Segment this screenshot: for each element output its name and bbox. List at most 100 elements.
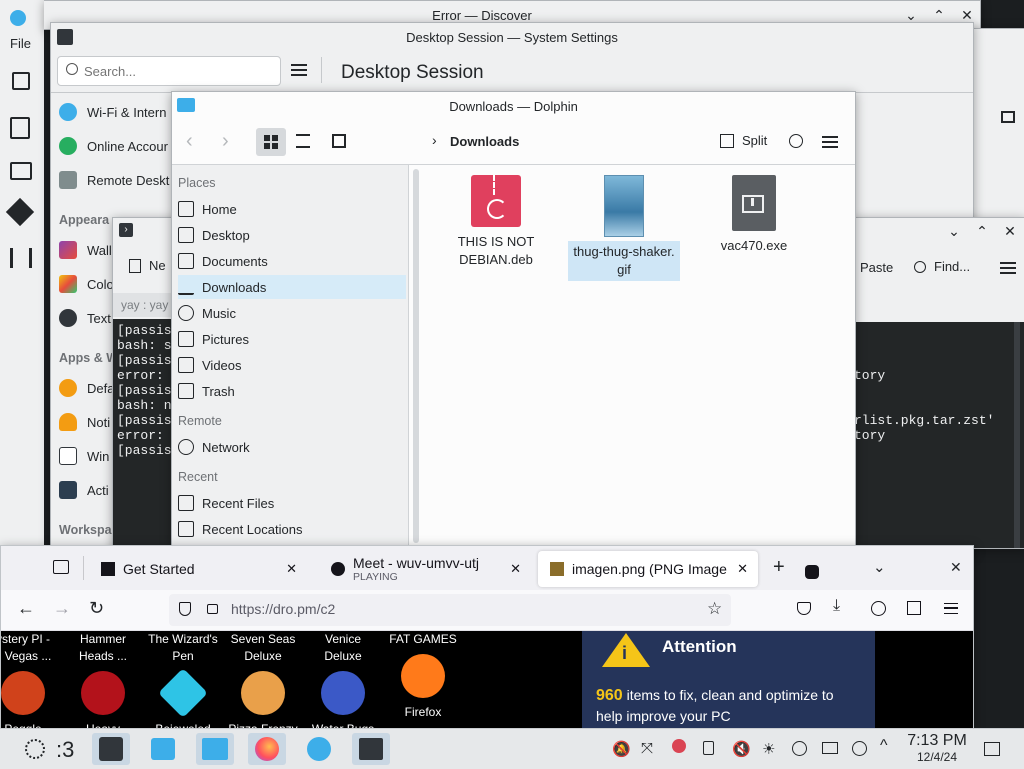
taskbar-discover[interactable] (144, 733, 182, 765)
extensions-icon[interactable] (907, 601, 921, 615)
speaker-icon[interactable] (331, 562, 345, 576)
place-network[interactable]: Network (178, 435, 406, 459)
show-desktop-icon[interactable] (984, 742, 1000, 756)
git-icon[interactable] (5, 197, 35, 227)
url-text[interactable]: https://dro.pm/c2 (231, 601, 335, 617)
tree-view-icon[interactable] (332, 134, 346, 148)
hamburger-menu-icon[interactable] (291, 64, 307, 76)
sidebar-item-remote-desktop[interactable]: Remote Deskt (59, 171, 169, 189)
game-tile[interactable]: The Wizard's Pen Bejeweled (143, 631, 223, 729)
file-item-selected[interactable]: thug-thug-shaker. gif (568, 175, 680, 281)
find-button[interactable]: Find... (914, 259, 970, 274)
hamburger-menu-icon[interactable] (1000, 262, 1016, 274)
recording-icon[interactable] (672, 739, 686, 753)
taskbar-firefox[interactable] (248, 733, 286, 765)
documents-icon[interactable] (10, 117, 30, 139)
place-videos[interactable]: Videos (178, 353, 406, 377)
place-trash[interactable]: Trash (178, 379, 406, 403)
maximize-button[interactable]: ⌃ (975, 223, 989, 240)
terminal-scrollbar[interactable] (1014, 322, 1020, 548)
sidebar-item-activities[interactable]: Acti (59, 481, 109, 499)
downloads-icon[interactable]: ⤓ (833, 597, 840, 615)
file-item[interactable]: vac470.exe (702, 175, 806, 255)
place-documents[interactable]: Documents (178, 249, 406, 273)
new-tab-button[interactable]: Ne (129, 258, 166, 273)
terminal-output[interactable]: tory rlist.pkg.tar.zst' tory (854, 322, 1024, 548)
reload-button[interactable]: ↻ (89, 598, 104, 619)
close-tab-icon[interactable]: ✕ (286, 561, 297, 577)
back-button[interactable]: ‹ (186, 130, 193, 153)
place-home[interactable]: Home (178, 197, 406, 221)
place-pictures[interactable]: Pictures (178, 327, 406, 351)
paste-button[interactable]: Paste (860, 260, 893, 275)
file-view[interactable]: THIS IS NOT DEBIAN.deb thug-thug-shaker.… (428, 165, 855, 547)
game-tile[interactable]: FAT GAMES Firefox (383, 631, 463, 721)
attention-popup[interactable]: i Attention 960 items to fix, clean and … (582, 631, 875, 729)
pocket-icon[interactable] (797, 602, 811, 615)
volume-muted-icon[interactable]: 🔇 (732, 740, 751, 758)
lock-icon[interactable] (207, 604, 218, 614)
network-globe-icon[interactable] (792, 741, 807, 756)
place-recent-files[interactable]: Recent Files (178, 491, 406, 515)
place-recent-locations[interactable]: Recent Locations (178, 517, 406, 541)
taskbar-dolphin[interactable] (196, 733, 234, 765)
expand-tray-chevron-icon[interactable]: ^ (880, 737, 888, 755)
close-button[interactable]: ✕ (1003, 223, 1017, 240)
place-music[interactable]: Music (178, 301, 406, 325)
icons-view-button[interactable] (256, 128, 286, 156)
discover-sidebar-icon-1[interactable] (12, 72, 30, 90)
page-content[interactable]: ystery PI - e Vegas ... Peggle Hammer He… (1, 631, 973, 729)
close-button[interactable]: ✕ (960, 7, 974, 24)
sidebar-item-text[interactable]: Text (59, 309, 111, 327)
game-tile[interactable]: Hammer Heads ... Heavy (63, 631, 143, 729)
breadcrumb[interactable]: Downloads (450, 134, 519, 149)
list-all-tabs-icon[interactable] (53, 560, 69, 574)
activity-label[interactable]: :3 (56, 737, 74, 763)
settings-tune-icon[interactable] (10, 248, 32, 268)
forward-button[interactable]: → (53, 598, 71, 619)
details-view-icon[interactable] (296, 134, 310, 148)
minimize-button[interactable]: ⌄ (904, 7, 918, 24)
place-desktop[interactable]: Desktop (178, 223, 406, 247)
tab-get-started[interactable]: Get Started ✕ (93, 551, 307, 587)
game-tile[interactable]: Seven Seas Deluxe Pizza Frenzy (223, 631, 303, 729)
url-bar[interactable]: https://dro.pm/c2 ☆ (169, 594, 731, 626)
search-icon[interactable] (789, 134, 803, 148)
back-button[interactable]: ← (17, 598, 35, 619)
close-tab-icon[interactable]: ✕ (510, 561, 521, 577)
minimize-button[interactable]: ⌄ (947, 223, 961, 240)
list-icon[interactable] (10, 162, 32, 180)
brightness-icon[interactable]: ☀ (762, 740, 775, 758)
new-tab-button[interactable]: + (773, 556, 785, 579)
app-menu-icon[interactable] (944, 603, 958, 614)
app-launcher-button[interactable] (16, 733, 54, 765)
hamburger-menu-icon[interactable] (822, 136, 838, 148)
sidebar-item-window-management[interactable]: Win (59, 447, 109, 465)
taskbar-kde-connect[interactable] (300, 733, 338, 765)
sidebar-item-notifications[interactable]: Noti (59, 413, 110, 431)
sidebar-item-colors[interactable]: Colo (59, 275, 114, 293)
bookmark-star-icon[interactable]: ☆ (707, 599, 722, 619)
sidebar-item-online-accounts[interactable]: Online Accour (59, 137, 168, 155)
close-window-button[interactable]: ✕ (950, 559, 962, 576)
sidebar-item-wifi[interactable]: Wi-Fi & Intern (59, 103, 166, 121)
tab-overflow-chevron-icon[interactable]: ⌄ (873, 558, 886, 576)
tab-meet[interactable]: Meet - wuv-umvv-utj PLAYING ✕ (319, 551, 531, 587)
sidebar-item-default-apps[interactable]: Defa (59, 379, 114, 397)
places-scrollbar[interactable] (413, 169, 419, 543)
tab-imagen-png[interactable]: imagen.png (PNG Image ✕ (538, 551, 758, 587)
split-button[interactable]: Split (720, 133, 767, 148)
file-item[interactable]: THIS IS NOT DEBIAN.deb (444, 175, 548, 269)
forward-button[interactable]: › (222, 130, 229, 153)
kde-connect-tray-icon[interactable]: ⤧ (641, 740, 653, 757)
clock[interactable]: 7:13 PM 12/4/24 (904, 731, 970, 764)
game-tile[interactable]: ystery PI - e Vegas ... Peggle (1, 631, 63, 729)
power-profile-icon[interactable] (852, 741, 867, 756)
account-icon[interactable] (871, 601, 886, 616)
settings-search-field[interactable] (57, 56, 281, 86)
close-tab-icon[interactable]: ✕ (737, 561, 748, 577)
panel-toggle-icon[interactable] (1001, 111, 1015, 123)
maximize-button[interactable]: ⌃ (932, 7, 946, 24)
search-input[interactable] (82, 60, 271, 82)
sidebar-item-wallpaper[interactable]: Wall (59, 241, 112, 259)
